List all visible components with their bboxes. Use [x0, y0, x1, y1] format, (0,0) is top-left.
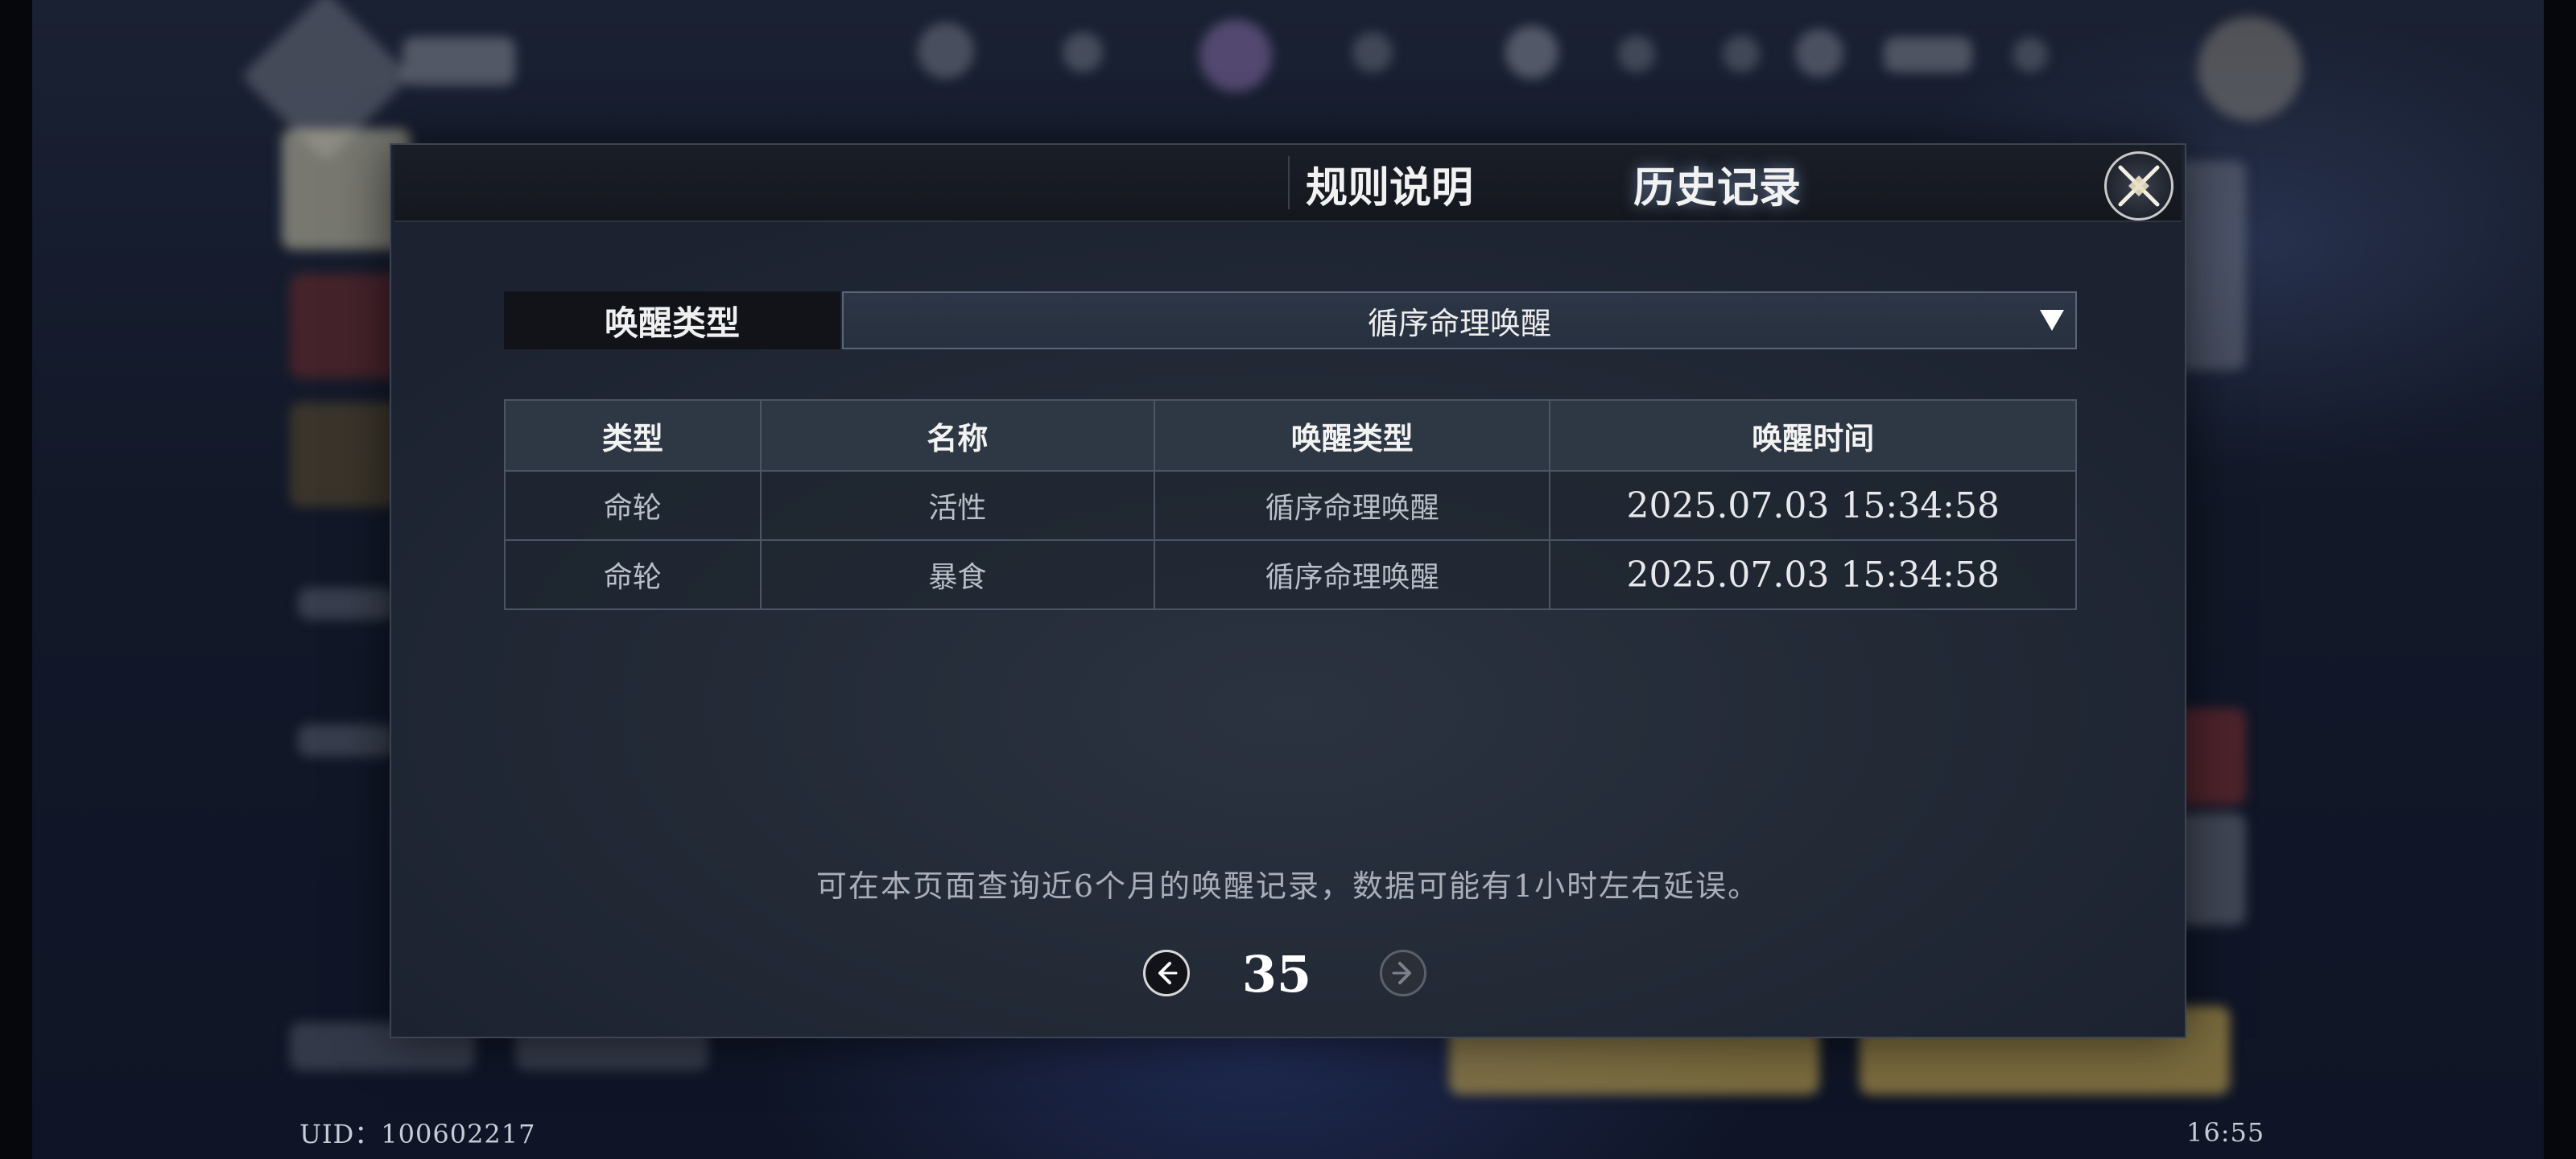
clock-label: 16:55 [2186, 1117, 2265, 1148]
filter-label: 唤醒类型 [504, 291, 840, 349]
history-dialog: 规则说明 历史记录 唤醒类型 循序命理唤醒 类型 名称 唤醒类型 唤醒时间 命轮… [390, 143, 2186, 1038]
column-header-name: 名称 [759, 399, 1156, 472]
close-x-icon [2118, 165, 2160, 207]
tab-history[interactable]: 历史记录 [1596, 151, 1838, 216]
arrow-left-icon [1158, 962, 1178, 984]
column-header-wake-time: 唤醒时间 [1549, 399, 2077, 472]
cell-wake-time: 2025.07.03 15:34:58 [1549, 539, 2077, 610]
column-header-wake-type: 唤醒类型 [1154, 399, 1551, 472]
column-header-type: 类型 [504, 399, 762, 472]
cell-wake-type: 循序命理唤醒 [1154, 539, 1551, 610]
cell-name: 活性 [759, 470, 1156, 541]
history-table: 类型 名称 唤醒类型 唤醒时间 命轮 活性 循序命理唤醒 2025.07.03 … [504, 399, 2077, 610]
tab-divider [1288, 156, 1290, 209]
wake-type-dropdown[interactable]: 循序命理唤醒 [842, 291, 2077, 349]
page-number: 35 [1241, 944, 1312, 1004]
caret-down-icon [2040, 310, 2064, 331]
arrow-right-icon [1392, 962, 1411, 984]
uid-label: UID：100602217 [299, 1119, 536, 1149]
next-page-button[interactable] [1380, 950, 1426, 996]
history-note: 可在本页面查询近6个月的唤醒记录，数据可能有1小时左右延误。 [815, 868, 1761, 904]
cell-wake-time: 2025.07.03 15:34:58 [1549, 470, 2077, 541]
tab-bar: 规则说明 历史记录 [394, 145, 2182, 222]
cell-wake-type: 循序命理唤醒 [1154, 470, 1551, 541]
prev-page-button[interactable] [1143, 950, 1190, 996]
table-row: 命轮 活性 循序命理唤醒 2025.07.03 15:34:58 [504, 470, 2077, 541]
dropdown-selected-value: 循序命理唤醒 [1367, 305, 1551, 341]
close-button[interactable] [2104, 151, 2174, 221]
tab-rules[interactable]: 规则说明 [1269, 151, 1510, 216]
table-header-row: 类型 名称 唤醒类型 唤醒时间 [504, 399, 2077, 472]
cell-type: 命轮 [504, 539, 762, 610]
cell-name: 暴食 [759, 539, 1156, 610]
table-row: 命轮 暴食 循序命理唤醒 2025.07.03 15:34:58 [504, 539, 2077, 610]
cell-type: 命轮 [504, 470, 762, 541]
game-screen: 规则说明 历史记录 唤醒类型 循序命理唤醒 类型 名称 唤醒类型 唤醒时间 命轮… [0, 0, 2576, 1159]
